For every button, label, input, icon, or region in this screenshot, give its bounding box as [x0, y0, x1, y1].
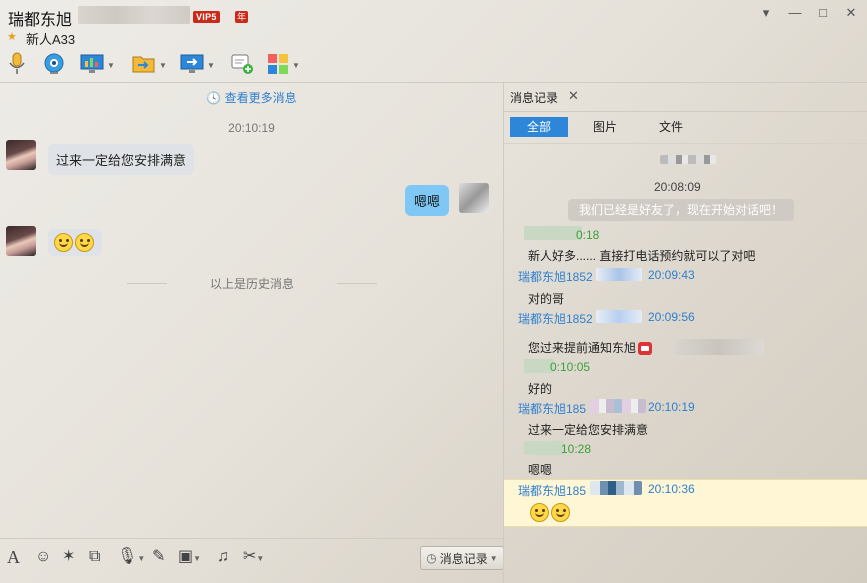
file-transfer-icon — [132, 53, 156, 78]
chevron-down-icon: ▼ — [489, 553, 498, 563]
phone-icon — [638, 342, 653, 356]
panel-tab-divider — [504, 111, 867, 112]
smiley-icon — [551, 503, 570, 522]
clock-icon: 🕓 — [206, 91, 222, 105]
video-call-button[interactable] — [42, 52, 66, 78]
vip-badge: VIP5 — [193, 11, 220, 23]
font-icon[interactable]: A — [7, 548, 20, 566]
edit-icon[interactable]: ✎ — [152, 548, 165, 566]
sender-time: 10:28 — [561, 442, 592, 456]
view-more-label: 查看更多消息 — [224, 91, 297, 105]
my-avatar[interactable] — [459, 183, 489, 213]
sender-time: 20:10:19 — [648, 400, 695, 414]
mic-icon — [7, 52, 27, 79]
screenshot-scissors-icon[interactable]: ✂▼ — [243, 548, 264, 566]
redacted-sender — [524, 226, 582, 240]
maximize-button[interactable]: □ — [812, 4, 834, 22]
filter-images[interactable]: 图片 — [592, 117, 618, 137]
emoji-message — [530, 503, 572, 522]
star-icon: ★ — [7, 31, 17, 43]
sender-time: 0:18 — [576, 228, 600, 242]
magic-wand-icon[interactable]: ✶ — [62, 548, 75, 566]
incoming-message: 过来一定给您安排满意 — [48, 144, 195, 175]
message-history-panel: 消息记录 ✕ 全部 图片 文件 20:08:09 我们已经是好友了，现在开始对话… — [504, 83, 867, 583]
smiley-icon — [54, 233, 73, 252]
filter-files[interactable]: 文件 — [658, 117, 684, 137]
menu-button[interactable]: ▾ — [755, 4, 777, 22]
incoming-emoji-message — [48, 229, 102, 256]
smiley-icon — [530, 503, 549, 522]
redacted-sender — [524, 441, 564, 455]
input-divider — [0, 538, 503, 539]
tab-message-history[interactable]: 消息记录 — [510, 89, 558, 106]
chat-area: 🕓 查看更多消息 20:10:19 过来一定给您安排满意 嗯嗯 以上是历史消息 — [0, 83, 503, 538]
voice-message-icon[interactable]: 🎙▼ — [117, 548, 145, 566]
sender-name: 瑞都东旭1852 — [518, 312, 593, 326]
sender-name: 瑞都东旭185 — [518, 402, 587, 416]
avatar[interactable] — [6, 140, 36, 170]
filter-all[interactable]: 全部 — [510, 117, 568, 137]
message-history-label: 消息记录 — [439, 551, 488, 566]
image-icon[interactable]: ▣▼ — [178, 548, 201, 566]
message-text: 嗯嗯 — [528, 463, 553, 477]
year-badge: 年 — [235, 11, 249, 23]
redacted-text — [590, 481, 642, 495]
redacted-text — [596, 310, 642, 323]
contact-signature: 新人A33 — [26, 32, 76, 47]
redacted-text — [660, 155, 716, 164]
message-text: 好的 — [528, 382, 553, 396]
file-transfer-button[interactable]: ▼ — [132, 52, 167, 78]
emoji-icon[interactable]: ☺ — [35, 548, 51, 566]
remote-desktop-icon — [180, 53, 204, 78]
message-text-value: 您过来提前通知东旭 — [528, 341, 637, 355]
contact-name: 瑞都东旭 — [8, 12, 73, 29]
redacted-text — [590, 399, 646, 413]
title-bar: 瑞都东旭 VIP5 年 ★ 新人A33 ▾ — □ ✕ — [0, 0, 867, 48]
voice-call-button[interactable] — [7, 52, 27, 78]
minimize-button[interactable]: — — [784, 4, 806, 22]
message-text: 过来一定给您安排满意 — [528, 423, 649, 437]
message-text: 对的哥 — [528, 292, 565, 306]
sender-time: 20:09:56 — [648, 310, 695, 324]
sender-name: 瑞都东旭1852 — [518, 270, 593, 284]
message-add-icon — [230, 53, 254, 78]
screen-share-icon — [80, 53, 104, 78]
system-message: 我们已经是好友了，现在开始对话吧！ — [568, 199, 794, 221]
close-button[interactable]: ✕ — [840, 4, 862, 22]
redacted-text — [674, 339, 764, 355]
message-history-button[interactable]: ◷ 消息记录 ▼ — [420, 546, 504, 570]
toolbar: ▼ ▼ ▼ ▼ — [0, 48, 330, 82]
screen-share-button[interactable]: ▼ — [80, 52, 115, 78]
message-text: 您过来提前通知东旭 — [528, 339, 653, 356]
clock-icon: ◷ — [426, 551, 437, 565]
music-icon[interactable]: ♫ — [217, 548, 229, 566]
redacted-text — [596, 268, 642, 281]
smiley-icon — [75, 233, 94, 252]
shake-icon[interactable]: ⧉ — [89, 548, 100, 566]
time-separator: 20:10:19 — [228, 121, 275, 135]
sender-time: 20:09:43 — [648, 268, 695, 282]
sender-time: 0:10:05 — [550, 360, 591, 374]
sender-name: 瑞都东旭185 — [518, 484, 587, 498]
history-time-header: 20:08:09 — [654, 180, 701, 194]
apps-button[interactable]: ▼ — [267, 52, 300, 78]
message-text: 新人好多...... 直接打电话预约就可以了对吧 — [528, 249, 756, 263]
remote-desktop-button[interactable]: ▼ — [180, 52, 215, 78]
view-more-messages-link[interactable]: 🕓 查看更多消息 — [0, 89, 503, 106]
close-icon[interactable]: ✕ — [568, 88, 579, 104]
apps-icon — [267, 53, 289, 78]
redacted-name — [78, 6, 190, 24]
add-message-button[interactable] — [230, 52, 254, 78]
filter-divider — [504, 143, 867, 144]
history-divider: 以上是历史消息 — [127, 275, 377, 292]
avatar[interactable] — [6, 226, 36, 256]
camera-icon — [42, 52, 66, 79]
outgoing-message: 嗯嗯 — [405, 185, 450, 216]
sender-time: 20:10:36 — [648, 482, 695, 496]
